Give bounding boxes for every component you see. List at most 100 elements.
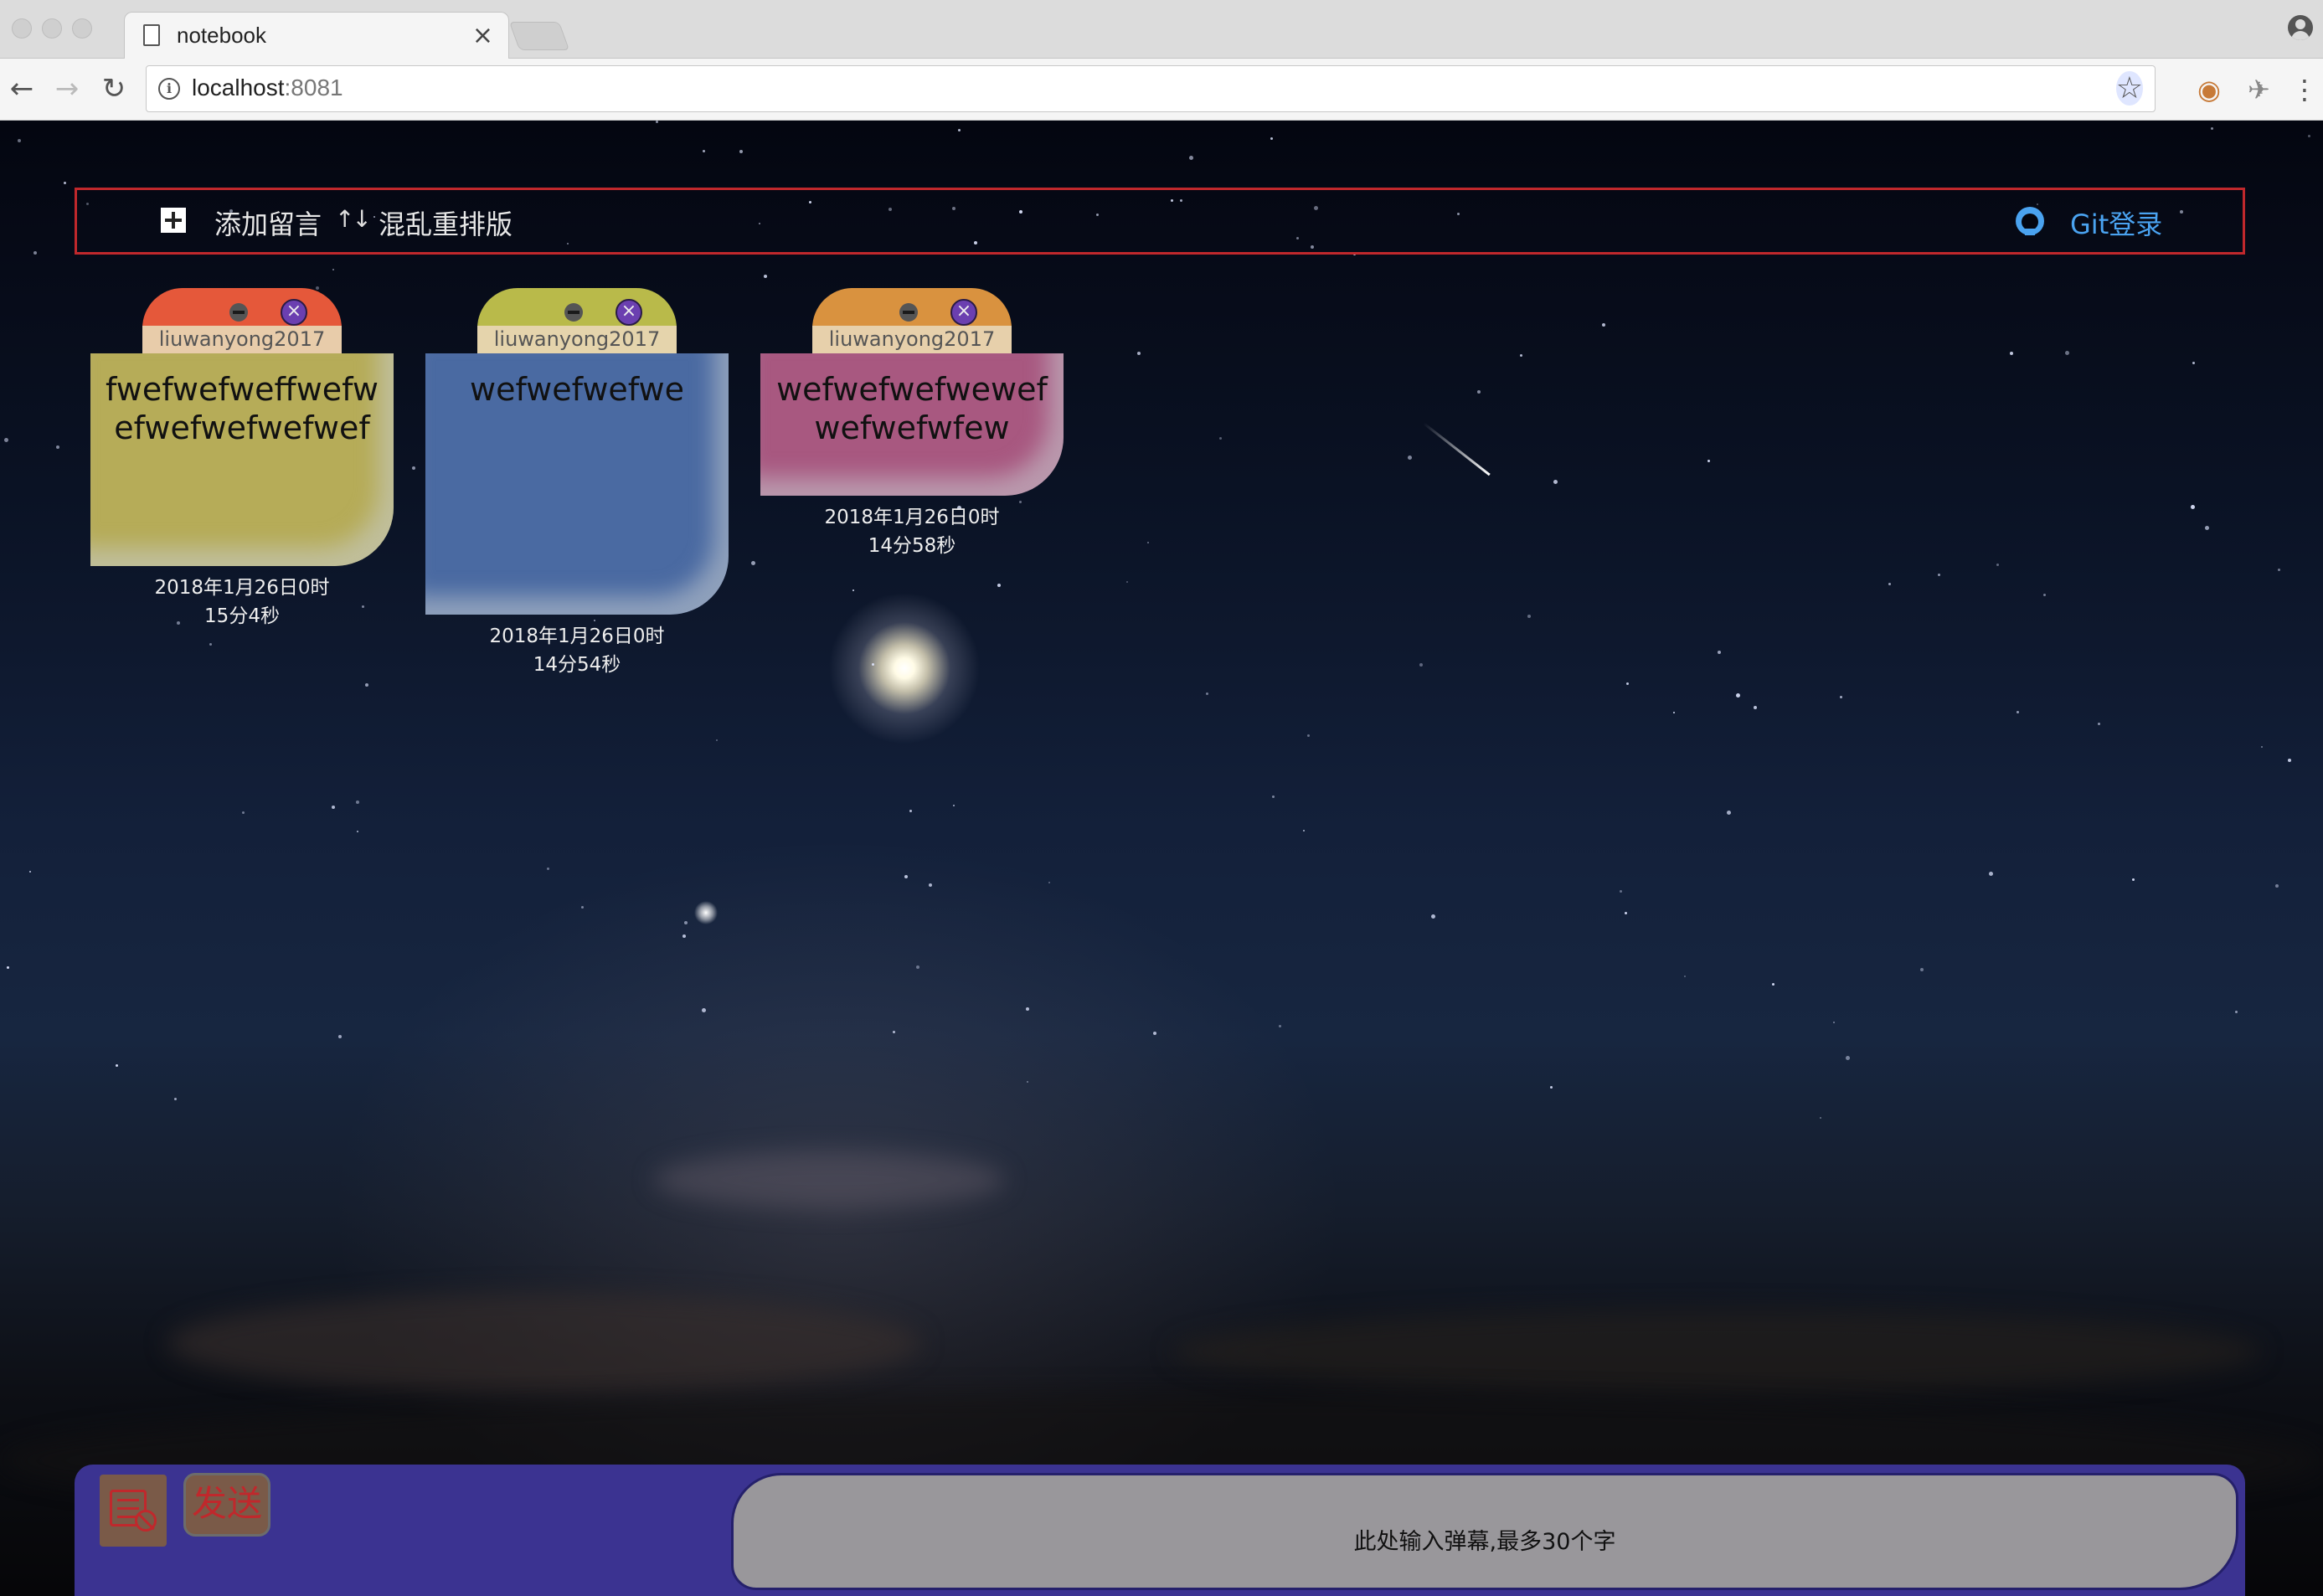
star bbox=[209, 643, 212, 646]
star bbox=[2010, 352, 2013, 355]
star bbox=[1026, 1007, 1029, 1011]
star bbox=[29, 871, 31, 873]
browser-toolbar: ← → ↻ i localhost:8081 ☆ ◉ ✈ ⋮ bbox=[0, 59, 2323, 121]
tab-close-icon[interactable]: × bbox=[472, 21, 493, 50]
note-time-date: 2018年1月26日0时 bbox=[154, 577, 330, 599]
address-bar[interactable]: i localhost:8081 ☆ bbox=[146, 65, 2156, 112]
shuffle-layout-link[interactable]: 混乱重排版 bbox=[379, 203, 513, 242]
star bbox=[1707, 460, 1710, 462]
top-navbar: 添加留言 ↑↓ 混乱重排版 Git登录 bbox=[75, 188, 2245, 255]
star bbox=[7, 966, 9, 969]
minimize-icon[interactable] bbox=[564, 303, 583, 322]
star bbox=[1727, 811, 1731, 815]
star bbox=[1419, 663, 1423, 667]
barrage-off-icon[interactable] bbox=[100, 1475, 167, 1547]
star bbox=[916, 965, 919, 969]
barrage-input[interactable] bbox=[731, 1473, 2238, 1590]
star bbox=[332, 806, 335, 809]
star bbox=[2065, 351, 2069, 355]
star bbox=[1736, 693, 1740, 698]
back-icon[interactable]: ← bbox=[5, 70, 39, 107]
window-close-dot[interactable] bbox=[12, 18, 32, 39]
star bbox=[1684, 976, 1686, 977]
star bbox=[703, 150, 705, 152]
cloud bbox=[1172, 1310, 2261, 1393]
star bbox=[33, 251, 37, 255]
git-login-link[interactable]: Git登录 bbox=[2070, 203, 2162, 242]
extension-plane-icon[interactable]: ✈ bbox=[2248, 75, 2270, 104]
note-content: wefwefwefwewefwefwefwfew bbox=[760, 353, 1064, 496]
note-author: liuwanyong2017 bbox=[142, 326, 342, 353]
window-maximize-dot[interactable] bbox=[72, 18, 92, 39]
note-time-clock: 15分4秒 bbox=[204, 605, 280, 627]
note-time-date: 2018年1月26日0时 bbox=[489, 626, 665, 647]
star bbox=[1620, 890, 1622, 893]
star bbox=[316, 286, 319, 290]
star bbox=[1626, 682, 1629, 685]
cloud bbox=[653, 1151, 1005, 1209]
new-tab-button[interactable] bbox=[508, 22, 570, 50]
info-icon[interactable]: i bbox=[158, 78, 180, 100]
reload-icon[interactable]: ↻ bbox=[97, 70, 131, 107]
add-icon[interactable] bbox=[161, 208, 186, 233]
star bbox=[1625, 912, 1627, 914]
star bbox=[1189, 156, 1193, 160]
star bbox=[1126, 581, 1128, 583]
profile-icon[interactable] bbox=[2288, 15, 2313, 40]
sort-icon[interactable]: ↑↓ bbox=[335, 205, 372, 233]
star bbox=[1602, 323, 1605, 327]
star bbox=[2275, 884, 2279, 888]
star bbox=[1846, 1056, 1850, 1060]
close-icon[interactable]: × bbox=[281, 299, 307, 326]
tab-title: notebook bbox=[177, 23, 266, 48]
star bbox=[1840, 696, 1842, 698]
note-header[interactable]: × liuwanyong2017 bbox=[812, 288, 1012, 353]
note-author: liuwanyong2017 bbox=[477, 326, 677, 353]
note-header[interactable]: × liuwanyong2017 bbox=[477, 288, 677, 353]
star bbox=[1527, 615, 1531, 618]
forward-icon[interactable]: → bbox=[50, 70, 84, 107]
star bbox=[64, 182, 66, 184]
barrage-bar: 发送 bbox=[75, 1465, 2245, 1596]
star bbox=[357, 831, 358, 832]
star bbox=[893, 1031, 895, 1033]
star bbox=[1833, 1022, 1835, 1023]
star bbox=[852, 589, 854, 591]
star bbox=[2191, 505, 2195, 509]
browser-tab[interactable]: notebook × bbox=[124, 12, 509, 59]
star bbox=[1137, 352, 1141, 355]
note-content: fwefwefweffwefwefwefwefwefwef bbox=[90, 353, 394, 566]
star bbox=[1307, 734, 1310, 737]
close-icon[interactable]: × bbox=[950, 299, 977, 326]
star bbox=[1888, 583, 1891, 585]
star bbox=[116, 1064, 118, 1067]
star bbox=[2308, 135, 2310, 137]
minimize-icon[interactable] bbox=[229, 303, 248, 322]
note-time-date: 2018年1月26日0时 bbox=[824, 507, 1000, 528]
star bbox=[1431, 914, 1435, 919]
bookmark-star-icon[interactable]: ☆ bbox=[2115, 71, 2143, 106]
github-icon[interactable] bbox=[2016, 207, 2044, 235]
extension-icon[interactable]: ◉ bbox=[2197, 75, 2221, 104]
send-button[interactable]: 发送 bbox=[183, 1473, 270, 1537]
star bbox=[1520, 354, 1522, 357]
star bbox=[1408, 456, 1412, 460]
star bbox=[356, 801, 359, 804]
menu-kebab-icon[interactable]: ⋮ bbox=[2291, 75, 2318, 104]
star bbox=[332, 269, 334, 270]
star bbox=[1147, 542, 1149, 543]
add-message-link[interactable]: 添加留言 bbox=[214, 203, 322, 242]
url-text[interactable]: localhost:8081 bbox=[192, 75, 343, 101]
star bbox=[739, 150, 743, 153]
close-icon[interactable]: × bbox=[616, 299, 642, 326]
note-header[interactable]: × liuwanyong2017 bbox=[142, 288, 342, 353]
minimize-icon[interactable] bbox=[899, 303, 918, 322]
star bbox=[174, 1098, 177, 1100]
star bbox=[1048, 882, 1050, 883]
cloud bbox=[167, 1293, 921, 1393]
star bbox=[2235, 1011, 2238, 1013]
window-minimize-dot[interactable] bbox=[42, 18, 62, 39]
star bbox=[1550, 1086, 1553, 1089]
star bbox=[242, 811, 245, 814]
star bbox=[2278, 569, 2280, 571]
